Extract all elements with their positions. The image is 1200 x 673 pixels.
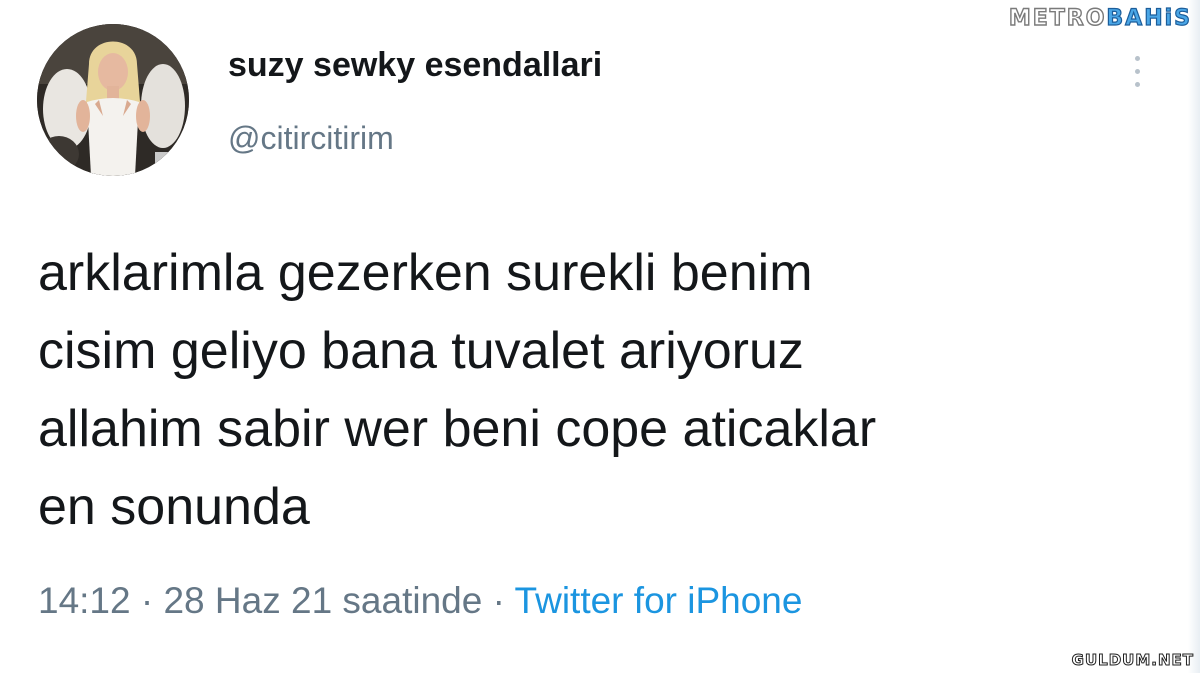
- guldum-watermark: GULDUM.NET: [1071, 651, 1194, 670]
- tweet-meta: 14:12 · 28 Haz 21 saatinde · Twitter for…: [38, 580, 802, 622]
- more-options-button[interactable]: [1130, 50, 1146, 94]
- tweet-date[interactable]: 28 Haz 21 saatinde: [163, 580, 482, 621]
- tweet-source-link[interactable]: Twitter for iPhone: [515, 580, 803, 621]
- tweet-text: arklarimla gezerken surekli benim cisim …: [38, 244, 877, 536]
- meta-separator: ·: [130, 580, 164, 621]
- watermark-metro-text: METRO: [1008, 5, 1107, 31]
- profile-photo-icon: [37, 24, 189, 176]
- watermark-bahis-text: BAHiS: [1106, 5, 1192, 31]
- display-name[interactable]: suzy sewky esendallari: [228, 46, 602, 85]
- vertical-ellipsis-icon: [1135, 56, 1140, 61]
- meta-separator: ·: [482, 580, 515, 621]
- metrobahis-watermark: METROBAHiS: [1008, 5, 1192, 31]
- tweet-screenshot: METROBAHiS suzy sewky esendallari @citir…: [0, 0, 1200, 673]
- right-edge-shadow: [1188, 0, 1200, 673]
- avatar[interactable]: [37, 24, 189, 176]
- user-handle[interactable]: @citircitirim: [228, 120, 394, 157]
- tweet-time[interactable]: 14:12: [38, 580, 131, 621]
